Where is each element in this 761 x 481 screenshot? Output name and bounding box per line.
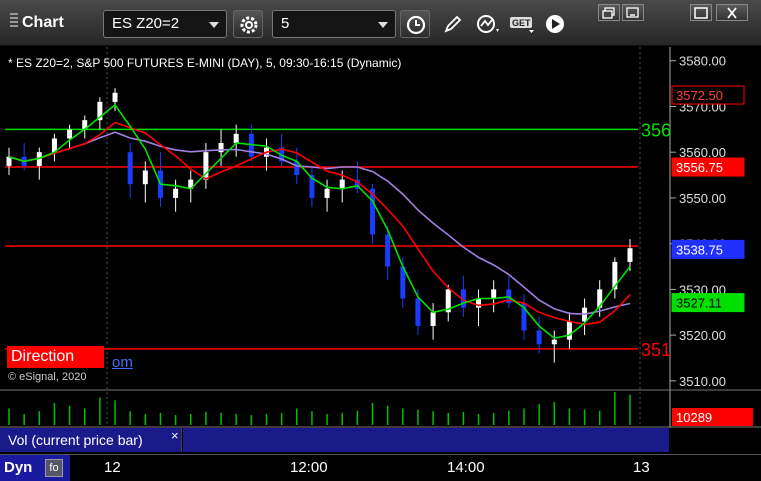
time-tick-label: 14:00 [447, 459, 485, 476]
copyright: © eSignal, 2020 [8, 371, 87, 383]
play-circle-icon [546, 15, 564, 33]
candle-body [324, 188, 330, 198]
chart-window: Chart ES Z20=2 5 GET 3580.00 3570.00 356… [0, 0, 761, 481]
volume-pane-footer [183, 428, 669, 452]
candle-body [339, 179, 345, 189]
candle-body [233, 133, 239, 144]
maximize-icon [694, 7, 708, 19]
volume-pane-label: Vol (current price bar) [0, 428, 182, 452]
time-tick-label: 12:00 [290, 459, 328, 476]
level-line-label: 356 [641, 120, 671, 140]
fo-icon[interactable]: fo [45, 459, 63, 477]
volume-flag-text: 10289 [676, 410, 712, 425]
time-tick-label: 13 [633, 459, 650, 476]
window-title: Chart [10, 13, 64, 32]
candle-body [627, 248, 633, 262]
studies-button[interactable] [472, 10, 502, 38]
chevron-down-icon [209, 22, 219, 28]
grip-icon[interactable] [10, 13, 18, 29]
draw-button[interactable] [438, 10, 468, 38]
link-fragment[interactable]: om [112, 354, 133, 371]
restore-button[interactable] [598, 4, 620, 21]
price-tick-label: 3580.00 [679, 54, 726, 69]
candle-body [127, 152, 133, 185]
interval-combo[interactable]: 5 [272, 10, 396, 38]
candle-body [415, 298, 421, 326]
candle-body [173, 188, 179, 198]
clock-icon [406, 15, 426, 35]
play-button[interactable] [540, 10, 570, 38]
studies-icon [477, 15, 499, 33]
volume-close-button[interactable]: × [171, 428, 179, 443]
symbol-combo[interactable]: ES Z20=2 [103, 10, 227, 38]
settings-button[interactable] [233, 10, 263, 38]
restore-icon [602, 7, 615, 19]
price-flag-text: 3572.50 [676, 88, 723, 103]
candle-body [430, 312, 436, 326]
time-tick-label: 12 [104, 459, 121, 476]
candle-body [218, 143, 224, 153]
price-tick-label: 3520.00 [679, 328, 726, 343]
candle-body [385, 234, 391, 267]
direction-label: Direction [7, 346, 104, 368]
gear-icon [240, 16, 258, 34]
get-icon: GET [510, 17, 534, 33]
symbol-value: ES Z20=2 [112, 15, 180, 32]
level-line-label: 351 [641, 340, 671, 360]
price-flag-text: 3538.75 [676, 242, 723, 257]
candle-body [67, 129, 73, 139]
svg-text:GET: GET [512, 18, 531, 28]
close-icon [727, 7, 737, 19]
candle-body [112, 92, 118, 102]
chevron-down-icon [378, 22, 388, 28]
maximize-button[interactable] [690, 4, 712, 21]
candle-body [491, 289, 497, 299]
candle-body [566, 321, 572, 340]
window-title-text: Chart [22, 14, 64, 31]
price-chart[interactable]: 3580.003570.003560.003550.003540.003530.… [0, 47, 761, 454]
price-flag-text: 3556.75 [676, 160, 723, 175]
candle-body [551, 339, 557, 345]
candle-body [142, 170, 148, 185]
minimize-button[interactable] [622, 4, 644, 21]
toolbar: Chart ES Z20=2 5 GET [0, 0, 761, 46]
get-button[interactable]: GET [505, 10, 535, 38]
close-button[interactable] [716, 4, 748, 21]
candle-body [476, 298, 482, 308]
interval-value: 5 [281, 15, 290, 32]
chart-legend: * ES Z20=2, S&P 500 FUTURES E-MINI (DAY)… [8, 56, 402, 70]
price-flag-text: 3527.11 [676, 296, 722, 311]
pencil-icon [444, 15, 462, 33]
time-button[interactable] [400, 10, 430, 38]
price-tick-label: 3510.00 [679, 374, 726, 389]
minimize-icon [626, 7, 639, 18]
chart-background [0, 47, 761, 454]
price-tick-label: 3550.00 [679, 191, 726, 206]
candle-body [536, 330, 542, 345]
